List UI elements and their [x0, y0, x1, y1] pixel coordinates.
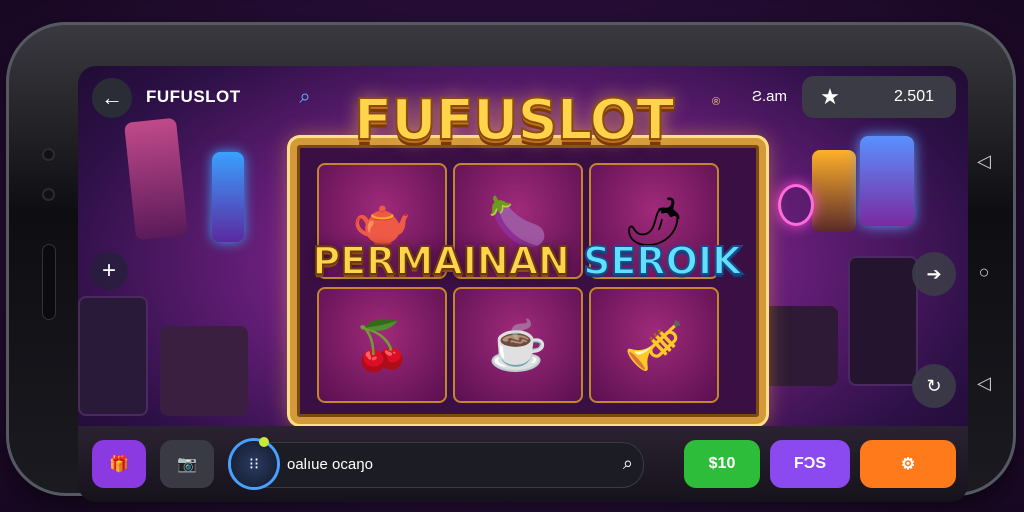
game-banner: PERMAINAN SEROIK	[257, 238, 797, 284]
user-label: Ƨ.am	[752, 88, 788, 105]
reel-horn[interactable]: 🎺	[589, 287, 719, 403]
refresh-button[interactable]: ↻	[912, 364, 956, 408]
teacup-icon: ☕	[488, 319, 548, 373]
arcade-cabinet-left	[78, 296, 148, 416]
avatar[interactable]: ⁝⁝	[231, 441, 277, 487]
nav-back-icon[interactable]: ◁	[977, 152, 991, 170]
side-button	[42, 244, 56, 320]
banner-part2: SEROIK	[582, 238, 742, 284]
bottom-bar: 🎁 📷 ⁝⁝ oalıue ocaŋo ⌕ $10 FƆS ⚙	[78, 426, 968, 502]
arcade-cabinet-right	[848, 256, 918, 386]
add-button[interactable]: +	[90, 252, 128, 290]
chat-text: oalıue ocaŋo	[287, 456, 373, 473]
back-button[interactable]: ←	[92, 78, 132, 118]
fos-button[interactable]: FƆS	[770, 440, 850, 488]
sensor-dot	[44, 190, 53, 199]
arcade-screen-1	[812, 150, 856, 232]
search-icon[interactable]: ⌕	[623, 453, 633, 474]
settings-icon: ⚙	[900, 456, 916, 473]
search-icon[interactable]: ⌕	[292, 84, 318, 110]
slot-frame: 🫖 🍆 🌶 🍒 ☕ 🎺 PERMAINAN SEROIK	[290, 138, 766, 424]
gift-icon: 🎁	[109, 456, 129, 473]
arcade-poster	[123, 117, 189, 241]
gift-button[interactable]: 🎁	[92, 440, 146, 488]
forward-button[interactable]: ➔	[912, 252, 956, 296]
buy-coins-button[interactable]: $10	[684, 440, 760, 488]
arrow-left-icon: ←	[101, 85, 123, 110]
arrow-right-icon: ➔	[926, 263, 942, 284]
arcade-table	[160, 326, 248, 416]
phone-frame: ◁ ○ ◁ ← FUFUSLOT ⌕ Ƨ.am ★ 2.501 🫖 🍆 🌶 🍒 …	[6, 22, 1016, 502]
refresh-icon: ↻	[926, 375, 942, 396]
star-icon[interactable]: ★	[802, 76, 858, 118]
game-logo: FUFUSLOT	[353, 87, 675, 154]
camera-icon: 📷	[177, 456, 197, 473]
camera-button[interactable]: 📷	[160, 440, 214, 488]
settings-button[interactable]: ⚙	[860, 440, 956, 488]
coin-balance[interactable]: ★ 2.501	[802, 76, 956, 118]
neon-ring	[778, 184, 814, 226]
nav-recent-icon[interactable]: ◁	[977, 374, 991, 392]
reel-fruit[interactable]: 🍒	[317, 287, 447, 403]
game-screen: ← FUFUSLOT ⌕ Ƨ.am ★ 2.501 🫖 🍆 🌶 🍒 ☕ 🎺 PE…	[78, 66, 968, 502]
green-label: $10	[708, 455, 736, 472]
system-nav-keys: ◁ ○ ◁	[972, 152, 996, 392]
neon-sign	[212, 152, 244, 242]
camera-dot	[44, 150, 53, 159]
reel-teacup[interactable]: ☕	[453, 287, 583, 403]
app-title: FUFUSLOT	[146, 87, 241, 106]
coin-value: 2.501	[893, 88, 934, 105]
arcade-screen-2	[860, 136, 914, 226]
chat-input[interactable]: ⁝⁝ oalıue ocaŋo ⌕	[228, 437, 644, 488]
arcade-stool	[758, 306, 838, 386]
golden-horn-icon: 🎺	[624, 319, 684, 373]
nav-home-icon[interactable]: ○	[979, 263, 990, 281]
fruit-bowl-icon: 🍒	[352, 319, 412, 373]
registered-mark: ®	[712, 96, 721, 108]
banner-part1: PERMAINAN	[311, 238, 570, 284]
online-dot	[259, 437, 269, 447]
purple-label: FƆS	[794, 455, 826, 472]
